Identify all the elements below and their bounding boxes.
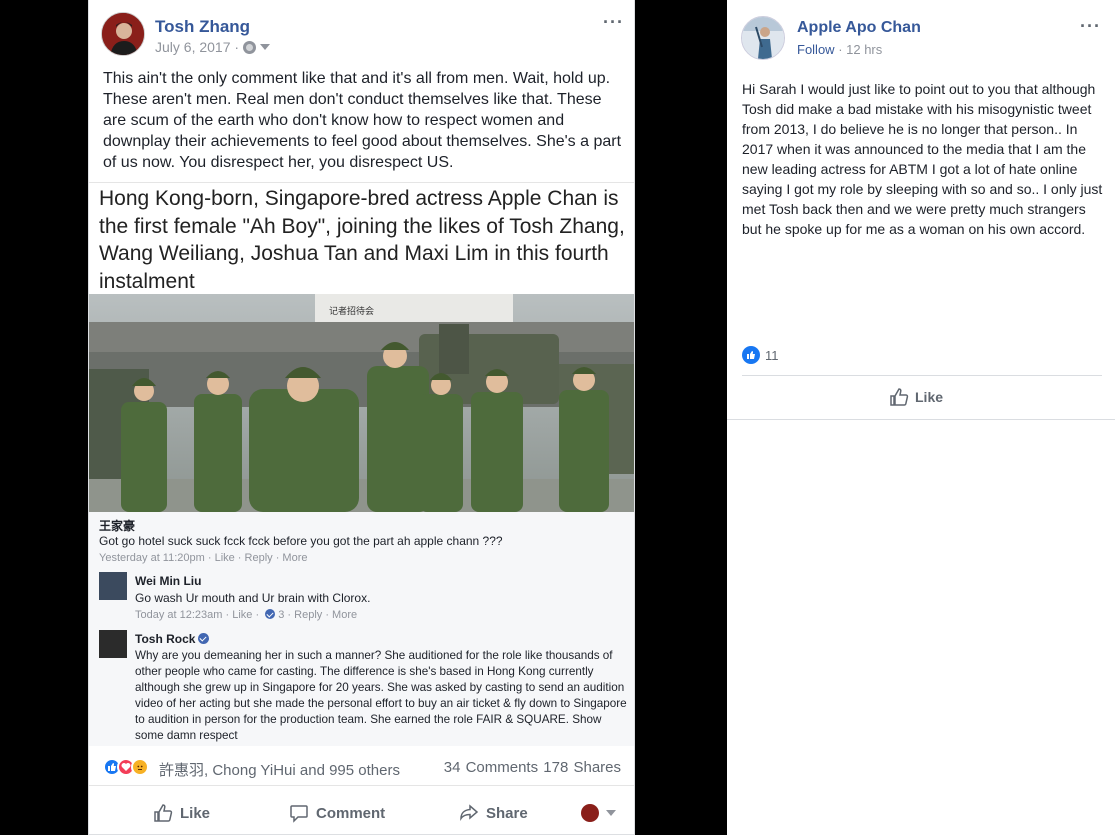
facebook-post: Tosh Zhang July 6, 2017 · ··· This ain't… [88, 0, 635, 835]
thumbs-up-icon [890, 388, 909, 406]
like-label: Like [180, 804, 211, 822]
comment-share-counts[interactable]: 34 Comments 178 Shares [444, 759, 621, 776]
share-icon [460, 804, 479, 821]
divider [742, 375, 1102, 376]
share-as-selector[interactable] [581, 804, 616, 822]
comment-body-text: Hi Sarah I would just like to point out … [742, 81, 1103, 237]
comment-thread-screenshot: 王家豪 Got go hotel suck suck fcck fcck bef… [89, 512, 634, 746]
thumbs-up-icon [154, 804, 173, 822]
like-label: Like [915, 389, 944, 405]
like-button[interactable]: Like [153, 803, 210, 823]
comment-meta: Today at 12:23am · Like · 3 · Reply · Mo… [135, 609, 357, 621]
commenter-name[interactable]: Apple Apo Chan [797, 19, 921, 37]
embedded-screenshot: Hong Kong-born, Singapore-bred actress A… [89, 182, 634, 746]
reaction-icons[interactable] [103, 758, 149, 776]
divider [727, 419, 1115, 420]
soldiers-photo: 记者招待会 [89, 294, 634, 512]
follow-link[interactable]: Follow [797, 42, 835, 57]
comment-author: Wei Min Liu [135, 574, 202, 588]
comment-author-name: Tosh Rock [135, 632, 196, 646]
comment-time[interactable]: · 12 hrs [835, 42, 882, 57]
user-avatar [581, 804, 599, 822]
reaction-names[interactable]: 許惠羽, Chong YiHui and 995 others [159, 759, 400, 780]
comment-author: 王家豪 [99, 519, 136, 533]
angry-reaction-icon [131, 758, 149, 776]
article-headline: Hong Kong-born, Singapore-bred actress A… [99, 187, 625, 293]
comment-label: Comment [316, 804, 386, 822]
comment-panel: Apple Apo Chan Follow · 12 hrs ··· Hi Sa… [727, 0, 1115, 835]
post-author-name[interactable]: Tosh Zhang [155, 17, 250, 37]
banner-text: 记者招待会 [329, 305, 374, 317]
comment-text: Why are you demeaning her in such a mann… [135, 649, 627, 742]
share-button[interactable]: Share [459, 803, 528, 823]
author-avatar[interactable] [101, 12, 145, 56]
post-meta: July 6, 2017 · [155, 39, 271, 55]
commenter-avatar[interactable] [741, 16, 785, 60]
comment-author: Tosh Rock [135, 632, 210, 646]
chevron-down-icon [606, 810, 616, 816]
comment-button[interactable]: Comment [289, 803, 385, 823]
comment-reactions[interactable]: 11 [742, 346, 779, 364]
comment-meta-text: Today at 12:23am · Like · [135, 609, 263, 621]
comment-options-button[interactable]: ··· [1080, 16, 1101, 37]
comment-avatar [99, 630, 127, 658]
comment-avatar [99, 572, 127, 600]
comment-text: Go wash Ur mouth and Ur brain with Cloro… [135, 591, 371, 605]
reaction-count: 11 [765, 347, 779, 363]
comment-text: Got go hotel suck suck fcck fcck before … [99, 534, 503, 548]
comment-icon [290, 805, 308, 823]
post-date[interactable]: July 6, 2017 · [155, 39, 239, 55]
commenter-meta: Follow · 12 hrs [797, 42, 882, 57]
comment-meta: Yesterday at 11:20pm · Like · Reply · Mo… [99, 552, 308, 564]
screenshot-stage: Tosh Zhang July 6, 2017 · ··· This ain't… [0, 0, 1115, 835]
like-reaction-icon [742, 346, 760, 364]
post-body-text: This ain't the only comment like that an… [103, 70, 622, 171]
verified-badge-icon [198, 633, 210, 644]
post-options-button[interactable]: ··· [603, 12, 624, 33]
post-actions: Like Comment Share [89, 790, 634, 834]
comment-meta-tail: · Reply · More [284, 609, 358, 621]
reactions-bar: 許惠羽, Chong YiHui and 995 others 34 Comme… [89, 748, 634, 786]
like-reaction-icon [265, 609, 276, 619]
like-button[interactable]: Like [889, 387, 943, 407]
share-label: Share [486, 804, 528, 822]
post-header: Tosh Zhang July 6, 2017 · ··· [89, 0, 634, 66]
globe-icon [243, 40, 257, 54]
chevron-down-icon[interactable] [260, 44, 271, 50]
